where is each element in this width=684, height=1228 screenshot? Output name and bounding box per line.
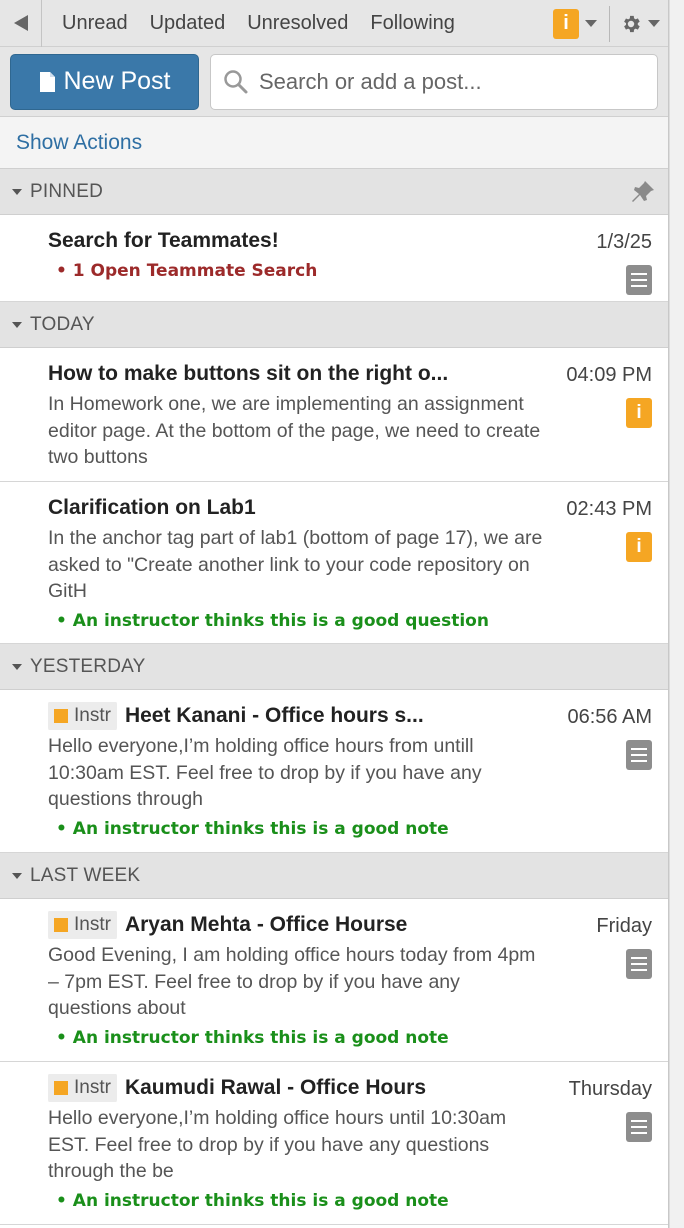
item-date: Thursday (568, 1078, 652, 1100)
feed-item[interactable]: Instr Aryan Mehta - Office Hourse Good E… (0, 899, 668, 1062)
search-icon (224, 69, 248, 93)
filter-bar: Unread Updated Unresolved Following i (0, 0, 668, 47)
feed-item[interactable]: Search for Teammates! • 1 Open Teammate … (0, 215, 668, 302)
info-icon: i (626, 398, 652, 428)
item-note: • 1 Open Teammate Search (56, 261, 318, 281)
group-header-pinned[interactable]: PINNED (0, 169, 668, 215)
group-label: PINNED (30, 180, 103, 202)
instructor-square-icon (54, 918, 68, 932)
note-icon (626, 265, 652, 295)
item-note: • An instructor thinks this is a good no… (56, 1190, 449, 1211)
search-input[interactable]: Search or add a post... (210, 53, 658, 110)
item-title: Instr Aryan Mehta - Office Hourse (48, 911, 548, 939)
chevron-down-icon (12, 321, 22, 328)
group-label: YESTERDAY (30, 655, 146, 677)
item-title: Instr Kaumudi Rawal - Office Hours (48, 1074, 548, 1102)
item-title: Instr Heet Kanani - Office hours s... (48, 702, 548, 730)
triangle-left-icon (13, 15, 28, 31)
chevron-down-icon (648, 20, 660, 27)
action-row: New Post Search or add a post... (0, 47, 668, 117)
chevron-down-icon (12, 188, 22, 195)
chevron-down-icon[interactable] (585, 20, 597, 27)
chevron-down-icon (12, 663, 22, 670)
divider (609, 5, 610, 42)
note-icon (626, 1112, 652, 1142)
note-icon (626, 740, 652, 770)
filter-updated[interactable]: Updated (139, 12, 237, 35)
item-snippet: In Homework one, we are implementing an … (48, 393, 541, 468)
info-filter-icon[interactable]: i (553, 8, 579, 39)
instructor-badge: Instr (48, 911, 117, 939)
item-snippet: Hello everyone,I’m holding office hours … (48, 1107, 507, 1182)
instructor-square-icon (54, 1081, 68, 1095)
settings-menu-button[interactable] (620, 13, 668, 35)
document-icon (39, 71, 55, 92)
group-label: TODAY (30, 313, 95, 335)
group-header-yesterday[interactable]: YESTERDAY (0, 644, 668, 690)
search-placeholder: Search or add a post... (259, 68, 482, 94)
item-date: 1/3/25 (596, 231, 652, 253)
filter-following[interactable]: Following (359, 12, 465, 35)
collapse-panel-button[interactable] (0, 0, 42, 47)
pin-icon (632, 181, 654, 202)
group-header-today[interactable]: TODAY (0, 302, 668, 348)
show-actions-link[interactable]: Show Actions (16, 131, 142, 155)
item-note: • An instructor thinks this is a good qu… (56, 610, 489, 631)
item-date: Friday (596, 915, 652, 937)
item-snippet: Good Evening, I am holding office hours … (48, 944, 536, 1019)
group-header-last-week[interactable]: LAST WEEK (0, 853, 668, 899)
item-date: 04:09 PM (566, 364, 652, 386)
instructor-badge: Instr (48, 1074, 117, 1102)
item-date: 06:56 AM (567, 706, 652, 728)
item-date: 02:43 PM (566, 498, 652, 520)
feed-item[interactable]: How to make buttons sit on the right o..… (0, 348, 668, 482)
item-title: Search for Teammates! (48, 229, 279, 252)
show-actions-bar: Show Actions (0, 117, 668, 169)
feed-item[interactable]: Instr Heet Kanani - Office hours s... He… (0, 690, 668, 853)
instructor-square-icon (54, 709, 68, 723)
info-icon: i (626, 532, 652, 562)
new-post-button[interactable]: New Post (10, 53, 199, 110)
chevron-down-icon (12, 872, 22, 879)
item-note: • An instructor thinks this is a good no… (56, 818, 449, 839)
feed-panel: Unread Updated Unresolved Following i Ne… (0, 0, 669, 1228)
item-title: Clarification on Lab1 (48, 496, 256, 519)
gear-icon (624, 15, 640, 32)
scrollbar-track[interactable] (669, 0, 684, 1228)
item-title: How to make buttons sit on the right o..… (48, 362, 449, 385)
item-snippet: In the anchor tag part of lab1 (bottom o… (48, 527, 543, 602)
filter-unresolved[interactable]: Unresolved (236, 12, 359, 35)
instructor-badge: Instr (48, 702, 117, 730)
feed-item[interactable]: Clarification on Lab1 In the anchor tag … (0, 482, 668, 644)
filter-unread[interactable]: Unread (42, 12, 139, 35)
feed-item[interactable]: Instr Kaumudi Rawal - Office Hours Hello… (0, 1062, 668, 1225)
item-snippet: Hello everyone,I’m holding office hours … (48, 735, 482, 810)
note-icon (626, 949, 652, 979)
item-note: • An instructor thinks this is a good no… (56, 1027, 449, 1048)
new-post-label: New Post (63, 67, 171, 95)
group-label: LAST WEEK (30, 864, 141, 886)
